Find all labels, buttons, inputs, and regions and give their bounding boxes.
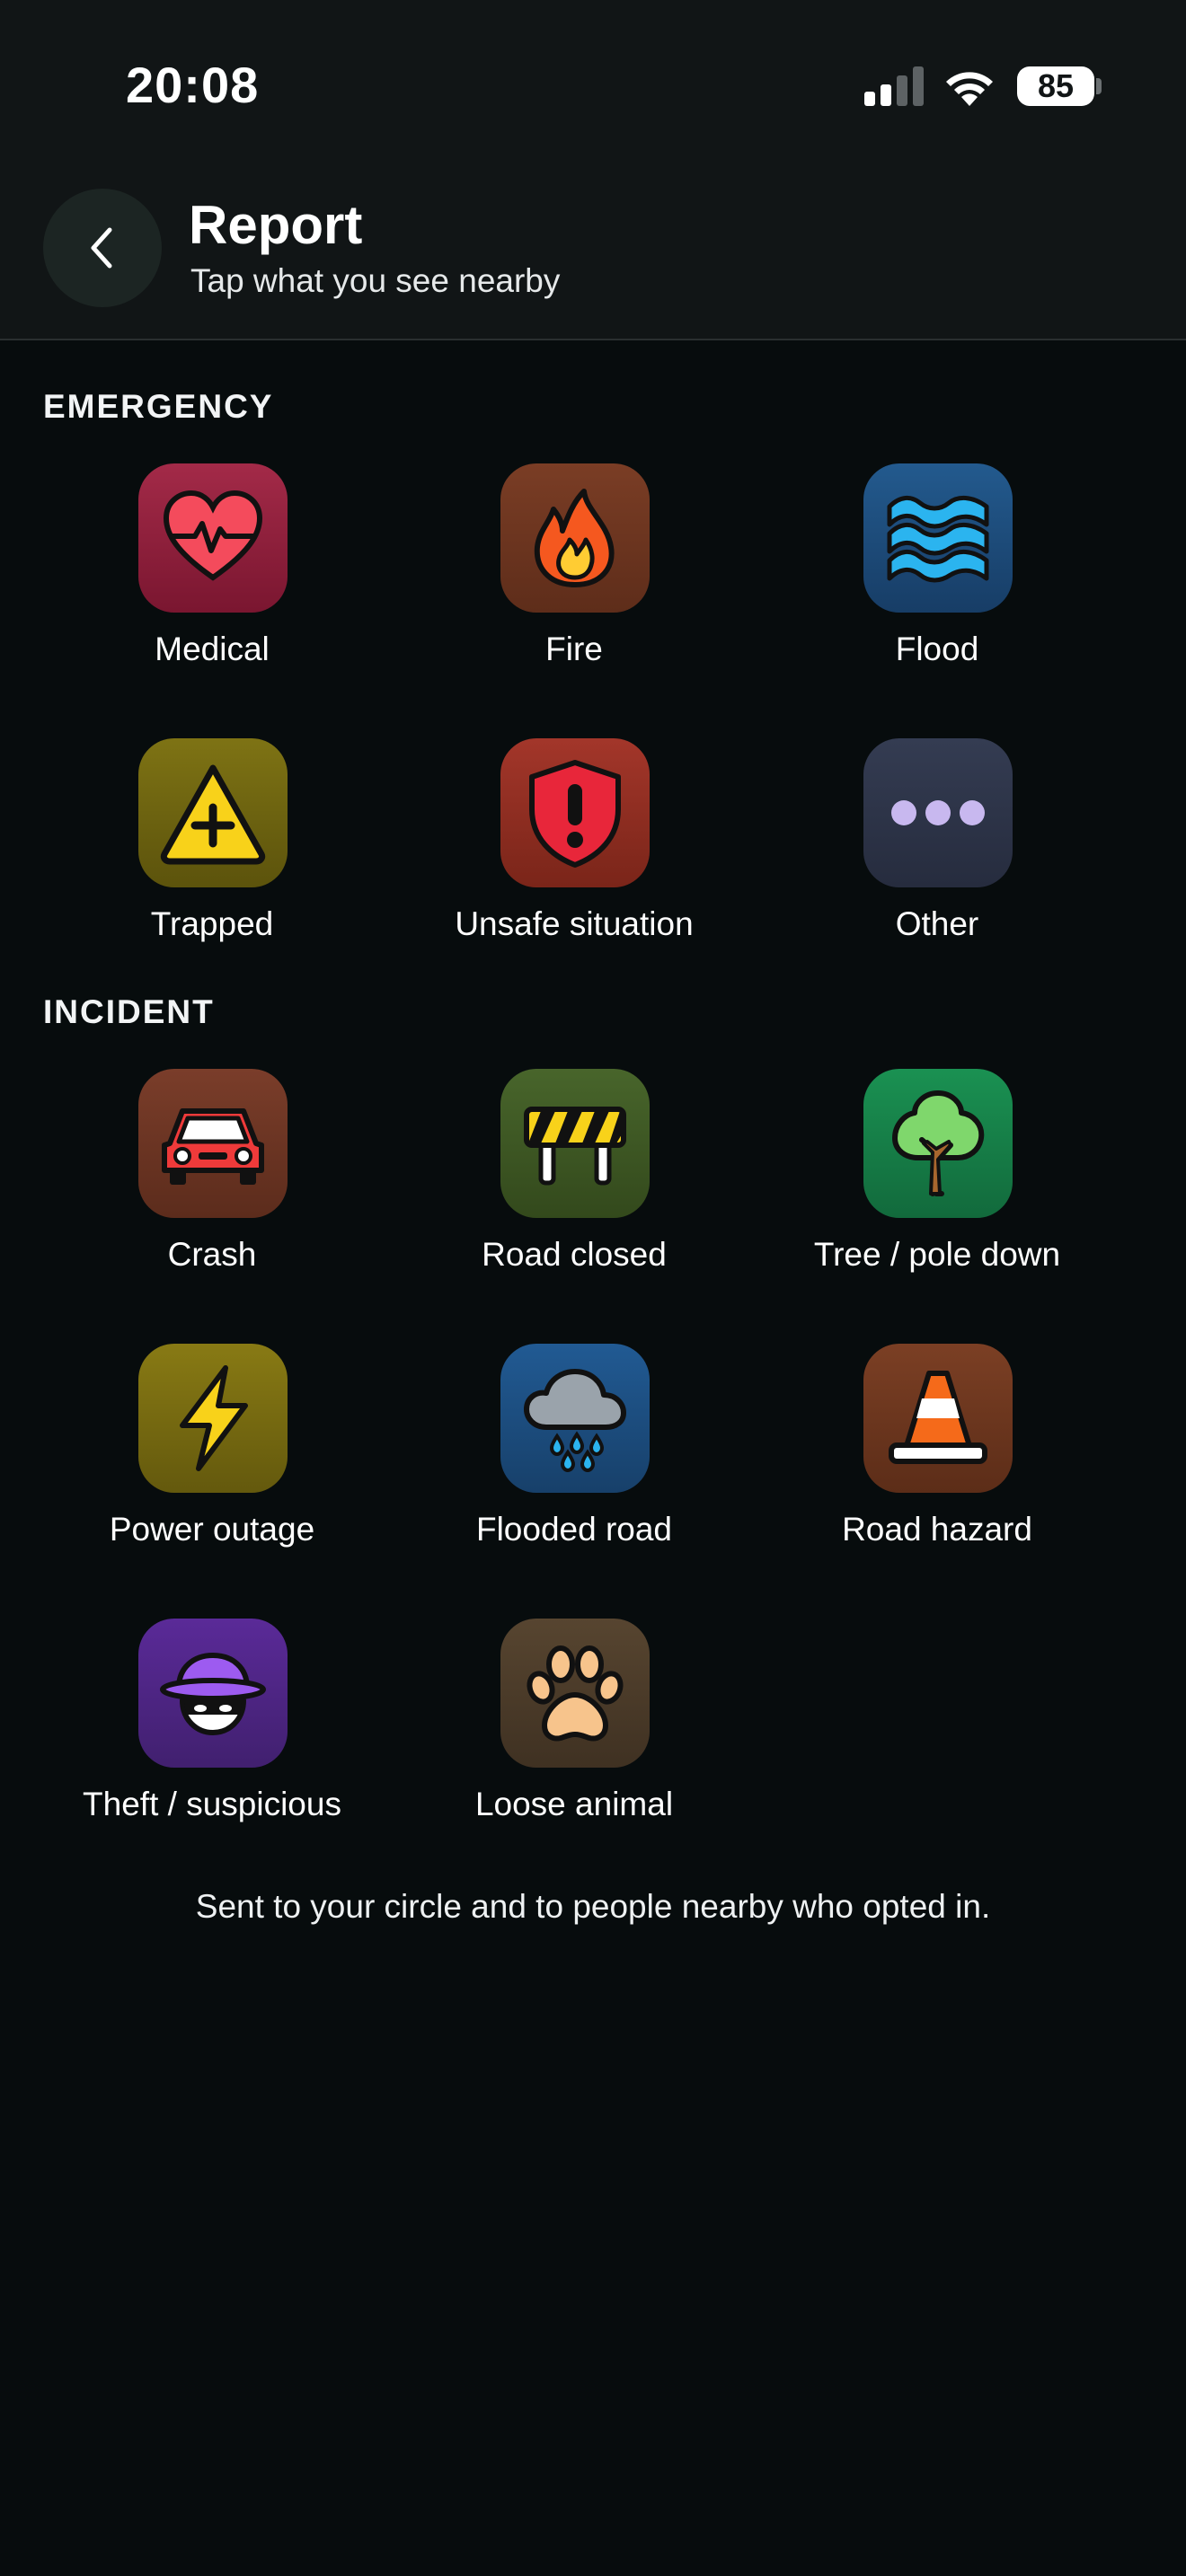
shield-alert-icon bbox=[500, 738, 650, 887]
chevron-left-icon bbox=[91, 227, 112, 269]
report-option-flood[interactable]: Flood bbox=[757, 463, 1117, 697]
option-label: Flooded road bbox=[475, 1511, 673, 1548]
option-label: Power outage bbox=[109, 1511, 315, 1548]
report-option-trapped[interactable]: Trapped bbox=[32, 738, 392, 972]
status-time: 20:08 bbox=[126, 57, 260, 113]
warning-plus-icon bbox=[138, 738, 288, 887]
traffic-cone-icon bbox=[863, 1344, 1013, 1493]
report-option-power-outage[interactable]: Power outage bbox=[32, 1344, 392, 1577]
report-option-theft-suspicious[interactable]: Theft / suspicious bbox=[32, 1619, 392, 1852]
option-label: Flood bbox=[895, 631, 979, 667]
page-title: Report bbox=[189, 195, 363, 255]
report-option-other[interactable]: Other bbox=[757, 738, 1117, 972]
battery-indicator: 85 bbox=[1017, 66, 1094, 106]
more-dots-icon bbox=[863, 738, 1013, 887]
report-option-road-hazard[interactable]: Road hazard bbox=[757, 1344, 1117, 1577]
report-option-flooded-road[interactable]: Flooded road bbox=[394, 1344, 754, 1577]
paw-icon bbox=[500, 1619, 650, 1768]
option-label: Road closed bbox=[482, 1236, 667, 1273]
heart-pulse-icon bbox=[138, 463, 288, 613]
burglar-icon bbox=[138, 1619, 288, 1768]
option-label: Tree / pole down bbox=[813, 1236, 1061, 1273]
report-option-loose-animal[interactable]: Loose animal bbox=[394, 1619, 754, 1852]
report-option-fire[interactable]: Fire bbox=[394, 463, 754, 697]
option-label: Medical bbox=[155, 631, 270, 667]
header-divider bbox=[0, 339, 1186, 340]
rain-cloud-icon bbox=[500, 1344, 650, 1493]
option-label: Trapped bbox=[150, 905, 274, 942]
water-waves-icon bbox=[863, 463, 1013, 613]
top-bar bbox=[0, 0, 1186, 340]
car-icon bbox=[138, 1069, 288, 1218]
option-label: Fire bbox=[545, 631, 603, 667]
option-label: Unsafe situation bbox=[455, 905, 694, 942]
lightning-icon bbox=[138, 1344, 288, 1493]
report-option-medical[interactable]: Medical bbox=[32, 463, 392, 697]
page-subtitle: Tap what you see nearby bbox=[190, 262, 561, 299]
option-label: Theft / suspicious bbox=[83, 1786, 341, 1822]
report-option-crash[interactable]: Crash bbox=[32, 1069, 392, 1302]
option-label: Crash bbox=[167, 1236, 257, 1273]
report-option-tree-pole-down[interactable]: Tree / pole down bbox=[757, 1069, 1117, 1302]
back-button[interactable] bbox=[43, 189, 162, 307]
fire-icon bbox=[500, 463, 650, 613]
report-option-unsafe-situation[interactable]: Unsafe situation bbox=[394, 738, 754, 972]
option-label: Other bbox=[895, 905, 979, 942]
footer-note: Sent to your circle and to people nearby… bbox=[195, 1888, 991, 1925]
section-label-emergency: EMERGENCY bbox=[43, 388, 274, 425]
cellular-signal-icon bbox=[864, 66, 924, 106]
tree-icon bbox=[863, 1069, 1013, 1218]
option-label: Road hazard bbox=[842, 1511, 1032, 1548]
section-label-incident: INCIDENT bbox=[43, 993, 215, 1030]
road-barrier-icon bbox=[500, 1069, 650, 1218]
report-option-road-closed[interactable]: Road closed bbox=[394, 1069, 754, 1302]
wifi-icon bbox=[946, 72, 993, 106]
option-label: Loose animal bbox=[474, 1786, 674, 1822]
battery-tip bbox=[1096, 78, 1102, 94]
